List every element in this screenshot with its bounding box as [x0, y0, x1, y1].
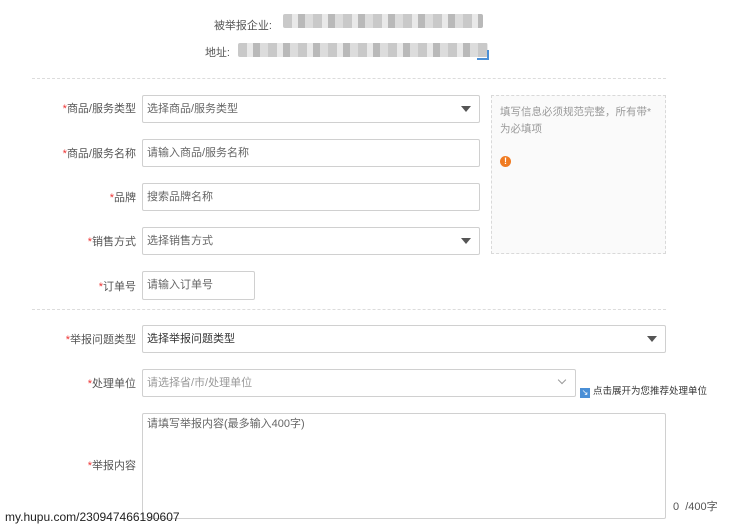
brand-search-input[interactable]: 搜索品牌名称: [142, 183, 480, 211]
address-value-blurred: [238, 43, 488, 57]
reported-company-value-blurred: [283, 14, 483, 28]
order-number-label: *订单号: [98, 281, 136, 293]
chevron-down-icon: [557, 375, 567, 385]
tip-panel: 填写信息必须规范完整，所有带*为必填项 !: [491, 95, 666, 254]
warning-icon: !: [500, 156, 511, 167]
product-name-label: *商品/服务名称: [62, 148, 136, 160]
handler-label: *处理单位: [87, 378, 136, 390]
product-type-label: *商品/服务类型: [62, 103, 136, 115]
order-number-input[interactable]: 请输入订单号: [142, 271, 255, 300]
char-counter: 0 /400字: [673, 501, 718, 513]
expand-icon: ↘: [580, 388, 590, 398]
handler-cascader[interactable]: 请选择省/市/处理单位: [142, 369, 576, 397]
corner-marker-icon: [477, 50, 489, 60]
product-type-select[interactable]: 选择商品/服务类型: [142, 95, 480, 123]
address-label: 地址:: [204, 47, 230, 59]
recommend-handler-link[interactable]: ↘ 点击展开为您推荐处理单位: [580, 386, 707, 398]
product-name-input[interactable]: 请输入商品/服务名称: [142, 139, 480, 167]
watermark: my.hupu.com/230947466190607: [5, 510, 180, 524]
caret-down-icon: [647, 336, 657, 342]
content-label: *举报内容: [87, 460, 136, 472]
reported-company-label: 被举报企业:: [213, 20, 272, 32]
section-divider: [32, 78, 666, 79]
issue-type-label: *举报问题类型: [65, 334, 136, 346]
tip-text: 填写信息必须规范完整，所有带*为必填项: [500, 106, 652, 135]
section-divider: [32, 309, 666, 310]
sales-method-select[interactable]: 选择销售方式: [142, 227, 480, 255]
issue-type-select[interactable]: 选择举报问题类型: [142, 325, 666, 353]
sales-method-label: *销售方式: [87, 236, 136, 248]
content-textarea[interactable]: 请填写举报内容(最多输入400字): [142, 413, 666, 519]
caret-down-icon: [461, 238, 471, 244]
brand-label: *品牌: [109, 192, 136, 204]
caret-down-icon: [461, 106, 471, 112]
